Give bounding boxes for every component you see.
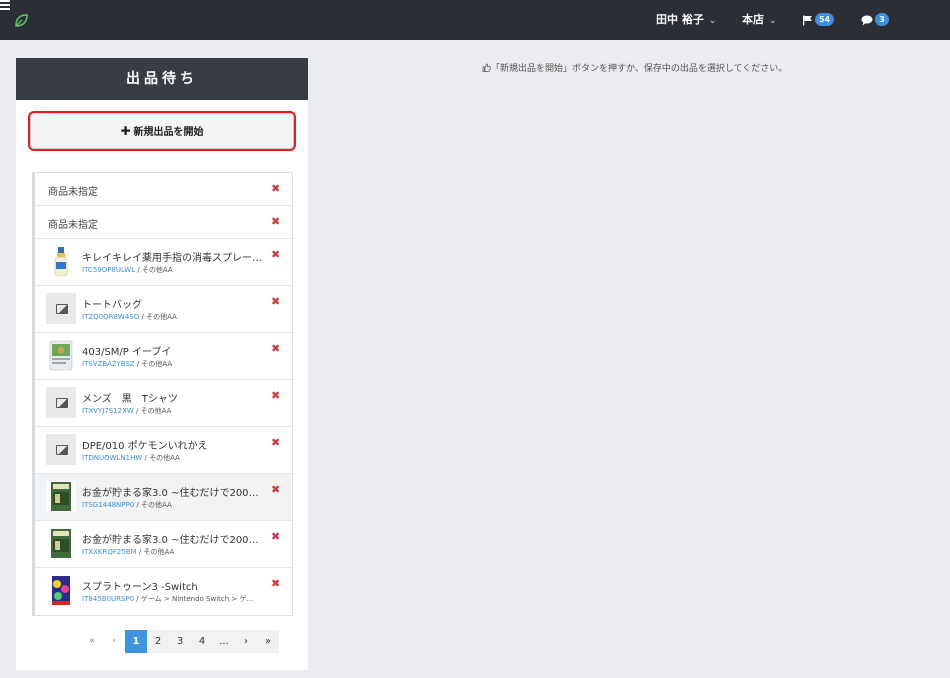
- item-code-link[interactable]: ITC59OP8ULWL: [82, 266, 135, 274]
- flag-icon: [803, 15, 812, 25]
- pending-listing-list: 商品未指定 ✖ 商品未指定 ✖ キレイキレイ薬用手指の消毒スプレー本体... I…: [32, 172, 293, 616]
- start-new-listing-label: 新規出品を開始: [133, 127, 204, 138]
- hint-text: 「新規出品を開始」ボタンを押すか、保存中の出品を選択してください。: [491, 64, 788, 74]
- pagination-page-2[interactable]: 2: [147, 630, 169, 653]
- item-title: メンズ 黒 Tシャツ: [82, 394, 178, 405]
- item-meta: IT845B0URSP0 / ゲーム > Nintendo Switch > ゲ…: [82, 594, 264, 604]
- item-title: キレイキレイ薬用手指の消毒スプレー本体...: [82, 253, 264, 264]
- pagination-first[interactable]: «: [81, 630, 103, 653]
- store-name: 本店: [742, 13, 764, 26]
- pending-listings-panel: 出品待ち ✚ 新規出品を開始 商品未指定 ✖ 商品未指定 ✖ キレイキレイ薬用手指…: [16, 58, 308, 670]
- panel-title: 出品待ち: [16, 58, 308, 100]
- list-item[interactable]: 403/SM/P イーブイ ITSVZBA2YBSZ / その他AA ✖: [35, 333, 292, 380]
- item-code-link[interactable]: IT845B0URSP0: [82, 595, 134, 603]
- store-menu[interactable]: 本店 ⌄: [742, 0, 777, 40]
- item-category: / その他AA: [134, 360, 173, 368]
- thumbs-up-icon: [482, 63, 491, 72]
- top-navbar: 田中 裕子 ⌄ 本店 ⌄ 54 3: [0, 0, 950, 40]
- flag-notifications-button[interactable]: 54: [802, 0, 835, 40]
- image-placeholder-icon: [46, 387, 76, 418]
- delete-icon[interactable]: ✖: [271, 577, 280, 590]
- delete-icon[interactable]: ✖: [271, 436, 280, 449]
- delete-icon[interactable]: ✖: [271, 248, 280, 261]
- item-meta: ITC59OP8ULWL / その他AA: [82, 265, 264, 275]
- product-thumbnail: [46, 481, 76, 512]
- list-item[interactable]: 商品未指定 ✖: [35, 206, 292, 239]
- delete-icon[interactable]: ✖: [271, 483, 280, 496]
- pagination-page-4[interactable]: 4: [191, 630, 213, 653]
- pagination-ellipsis: ...: [213, 630, 235, 653]
- user-menu[interactable]: 田中 裕子 ⌄: [656, 0, 716, 40]
- start-new-listing-button[interactable]: ✚ 新規出品を開始: [28, 111, 296, 151]
- item-title: お金が貯まる家3.0 ~住むだけで2000万...: [82, 488, 264, 499]
- item-meta: ITSG1448NPP0 / その他AA: [82, 500, 264, 510]
- image-placeholder-icon: [46, 434, 76, 465]
- item-meta: ITXVYJ7S12XW / その他AA: [82, 406, 264, 416]
- list-item[interactable]: キレイキレイ薬用手指の消毒スプレー本体... ITC59OP8ULWL / その…: [35, 239, 292, 286]
- list-item[interactable]: 商品未指定 ✖: [35, 173, 292, 206]
- chevron-down-icon: ⌄: [769, 16, 777, 26]
- item-meta: ITZQ0QR8W4SO / その他AA: [82, 312, 264, 322]
- instruction-hint: 「新規出品を開始」ボタンを押すか、保存中の出品を選択してください。: [482, 61, 787, 74]
- delete-icon[interactable]: ✖: [271, 389, 280, 402]
- pagination-page-1[interactable]: 1: [125, 630, 147, 653]
- item-meta: ITXXKRQF25BM / その他AA: [82, 547, 264, 557]
- item-title: DPE/010 ポケモンいれかえ: [82, 441, 208, 452]
- product-thumbnail: [46, 575, 76, 606]
- pagination: « ‹ 1 2 3 4 ... › »: [81, 630, 279, 653]
- item-category: / その他AA: [142, 454, 180, 462]
- delete-icon[interactable]: ✖: [271, 295, 280, 308]
- delete-icon[interactable]: ✖: [271, 215, 280, 228]
- item-category: / その他AA: [139, 313, 177, 321]
- chat-notifications-button[interactable]: 3: [861, 0, 889, 40]
- item-category: / その他AA: [133, 407, 172, 415]
- list-item[interactable]: DPE/010 ポケモンいれかえ ITDNUOWLN1HW / その他AA ✖: [35, 427, 292, 474]
- leaf-icon[interactable]: [13, 12, 30, 29]
- list-item[interactable]: スプラトゥーン3 -Switch IT845B0URSP0 / ゲーム > Ni…: [35, 568, 292, 615]
- product-thumbnail: [46, 340, 76, 371]
- pagination-prev[interactable]: ‹: [103, 630, 125, 653]
- user-name: 田中 裕子: [656, 13, 704, 26]
- product-thumbnail: [46, 246, 76, 277]
- item-category: / その他AA: [135, 266, 173, 274]
- flag-count-badge: 54: [815, 12, 835, 26]
- item-meta: ITSVZBA2YBSZ / その他AA: [82, 359, 264, 369]
- list-item[interactable]: お金が貯まる家3.0 ~住むだけで2000万... ITSG1448NPP0 /…: [35, 474, 292, 521]
- chat-count-badge: 3: [875, 12, 889, 26]
- delete-icon[interactable]: ✖: [271, 530, 280, 543]
- item-title: トートバッグ: [82, 300, 142, 311]
- item-code-link[interactable]: ITXXKRQF25BM: [82, 548, 137, 556]
- list-item[interactable]: お金が貯まる家3.0 ~住むだけで2000万... ITXXKRQF25BM /…: [35, 521, 292, 568]
- item-category: / ゲーム > Nintendo Switch > ゲ...: [134, 595, 254, 603]
- item-code-link[interactable]: ITZQ0QR8W4SO: [82, 313, 139, 321]
- pagination-next[interactable]: ›: [235, 630, 257, 653]
- pagination-page-3[interactable]: 3: [169, 630, 191, 653]
- plus-icon: ✚: [120, 124, 131, 138]
- item-meta: ITDNUOWLN1HW / その他AA: [82, 453, 264, 463]
- item-title: 商品未指定: [48, 220, 98, 231]
- item-title: 403/SM/P イーブイ: [82, 347, 172, 358]
- item-title: お金が貯まる家3.0 ~住むだけで2000万...: [82, 535, 264, 546]
- item-title: スプラトゥーン3 -Switch: [82, 582, 198, 593]
- item-code-link[interactable]: ITXVYJ7S12XW: [82, 407, 134, 415]
- item-code-link[interactable]: ITSVZBA2YBSZ: [82, 360, 135, 368]
- chevron-down-icon: ⌄: [708, 16, 717, 26]
- image-placeholder-icon: [46, 293, 76, 324]
- list-item[interactable]: メンズ 黒 Tシャツ ITXVYJ7S12XW / その他AA ✖: [35, 380, 292, 427]
- product-thumbnail: [46, 528, 76, 559]
- pagination-last[interactable]: »: [257, 630, 279, 653]
- delete-icon[interactable]: ✖: [271, 342, 280, 355]
- delete-icon[interactable]: ✖: [271, 182, 280, 195]
- item-title: 商品未指定: [48, 187, 98, 198]
- item-category: / その他AA: [136, 548, 175, 556]
- item-code-link[interactable]: ITDNUOWLN1HW: [82, 454, 142, 462]
- item-category: / その他AA: [134, 501, 172, 509]
- chat-icon: [861, 15, 873, 25]
- list-item[interactable]: トートバッグ ITZQ0QR8W4SO / その他AA ✖: [35, 286, 292, 333]
- item-code-link[interactable]: ITSG1448NPP0: [82, 501, 134, 509]
